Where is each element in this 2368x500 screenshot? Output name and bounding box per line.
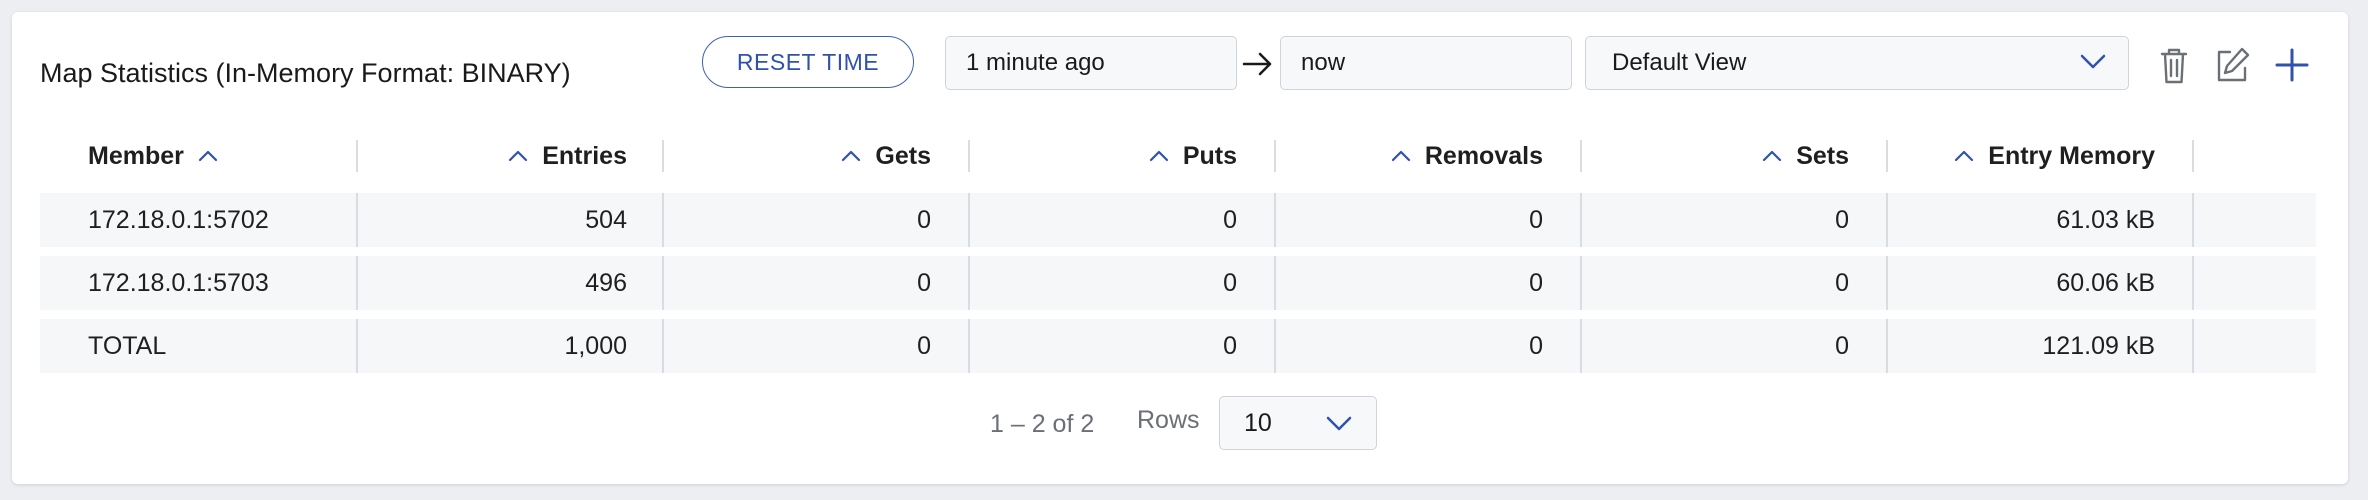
pagination-range: 1 – 2 of 2	[990, 410, 1095, 438]
chevron-down-icon	[1326, 416, 1352, 431]
cell-sets: 0	[1835, 205, 1849, 234]
cell-entries: 496	[585, 268, 627, 297]
cell-entry-memory: 61.03 kB	[2056, 205, 2155, 234]
cell-divider	[1886, 319, 1888, 373]
cell-sets: 0	[1835, 331, 1849, 360]
cell-entries: 1,000	[564, 331, 627, 360]
pagination: 1 – 2 of 2 Rows 10	[0, 396, 2368, 452]
reset-time-button[interactable]: RESET TIME	[702, 36, 914, 88]
table-row: 172.18.0.1:5702 504 0 0 0 0 61.03 kB	[40, 193, 2316, 247]
cell-divider	[1580, 193, 1582, 247]
sort-ascending-icon[interactable]	[1391, 150, 1411, 162]
column-divider[interactable]	[1580, 140, 1582, 172]
chevron-down-icon	[2080, 54, 2106, 69]
cell-divider	[1274, 193, 1276, 247]
cell-divider	[1886, 256, 1888, 310]
cell-divider	[1274, 319, 1276, 373]
sort-ascending-icon[interactable]	[841, 150, 861, 162]
cell-divider	[356, 319, 358, 373]
column-divider[interactable]	[356, 140, 358, 172]
column-header-gets[interactable]: Gets	[646, 128, 931, 184]
cell-divider	[662, 319, 664, 373]
cell-entries: 504	[585, 205, 627, 234]
time-from-field[interactable]: 1 minute ago	[945, 36, 1237, 90]
cell-divider	[1580, 319, 1582, 373]
column-header-entry-memory[interactable]: Entry Memory	[1870, 128, 2155, 184]
column-divider[interactable]	[2192, 140, 2194, 172]
time-to-value: now	[1301, 49, 1346, 76]
cell-divider	[356, 193, 358, 247]
cell-gets: 0	[917, 331, 931, 360]
table-header: Member Entries Gets Puts Removals Sets E…	[40, 128, 2316, 184]
rows-per-page-value: 10	[1244, 408, 1272, 437]
cell-sets: 0	[1835, 268, 1849, 297]
view-select[interactable]: Default View	[1585, 36, 2129, 90]
cell-divider	[968, 319, 970, 373]
column-divider[interactable]	[662, 140, 664, 172]
cell-divider	[2192, 256, 2194, 310]
edit-icon[interactable]	[2212, 44, 2252, 86]
cell-removals: 0	[1529, 331, 1543, 360]
cell-member: 172.18.0.1:5702	[88, 205, 269, 234]
column-header-puts[interactable]: Puts	[952, 128, 1237, 184]
cell-entry-memory: 60.06 kB	[2056, 268, 2155, 297]
column-divider[interactable]	[1886, 140, 1888, 172]
column-header-entries[interactable]: Entries	[342, 128, 627, 184]
cell-divider	[662, 256, 664, 310]
column-divider[interactable]	[968, 140, 970, 172]
cell-puts: 0	[1223, 268, 1237, 297]
table-row-total: TOTAL 1,000 0 0 0 0 121.09 kB	[40, 319, 2316, 373]
rows-per-page-select[interactable]: 10	[1219, 396, 1377, 450]
cell-divider	[968, 256, 970, 310]
cell-divider	[2192, 193, 2194, 247]
cell-puts: 0	[1223, 331, 1237, 360]
sort-ascending-icon[interactable]	[508, 150, 528, 162]
cell-divider	[1580, 256, 1582, 310]
cell-removals: 0	[1529, 268, 1543, 297]
column-divider[interactable]	[1274, 140, 1276, 172]
cell-divider	[356, 256, 358, 310]
cell-gets: 0	[917, 268, 931, 297]
cell-divider	[1274, 256, 1276, 310]
rows-per-page-label: Rows	[1137, 406, 1200, 434]
cell-divider	[968, 193, 970, 247]
cell-gets: 0	[917, 205, 931, 234]
sort-ascending-icon[interactable]	[198, 150, 218, 162]
cell-removals: 0	[1529, 205, 1543, 234]
cell-member: TOTAL	[88, 331, 167, 360]
table-row: 172.18.0.1:5703 496 0 0 0 0 60.06 kB	[40, 256, 2316, 310]
plus-icon[interactable]	[2272, 44, 2312, 86]
time-to-field[interactable]: now	[1280, 36, 1572, 90]
cell-divider	[662, 193, 664, 247]
statistics-table: Member Entries Gets Puts Removals Sets E…	[40, 128, 2316, 373]
sort-ascending-icon[interactable]	[1762, 150, 1782, 162]
view-select-value: Default View	[1612, 49, 1747, 76]
time-from-value: 1 minute ago	[966, 49, 1105, 76]
trash-icon[interactable]	[2154, 44, 2194, 86]
arrow-right-icon	[1242, 52, 1272, 76]
column-header-member[interactable]: Member	[88, 128, 232, 184]
cell-member: 172.18.0.1:5703	[88, 268, 269, 297]
column-header-sets[interactable]: Sets	[1564, 128, 1849, 184]
sort-ascending-icon[interactable]	[1149, 150, 1169, 162]
cell-divider	[2192, 319, 2194, 373]
cell-divider	[1886, 193, 1888, 247]
panel-title: Map Statistics (In-Memory Format: BINARY…	[40, 58, 571, 88]
column-header-removals[interactable]: Removals	[1258, 128, 1543, 184]
cell-puts: 0	[1223, 205, 1237, 234]
cell-entry-memory: 121.09 kB	[2042, 331, 2155, 360]
sort-ascending-icon[interactable]	[1954, 150, 1974, 162]
